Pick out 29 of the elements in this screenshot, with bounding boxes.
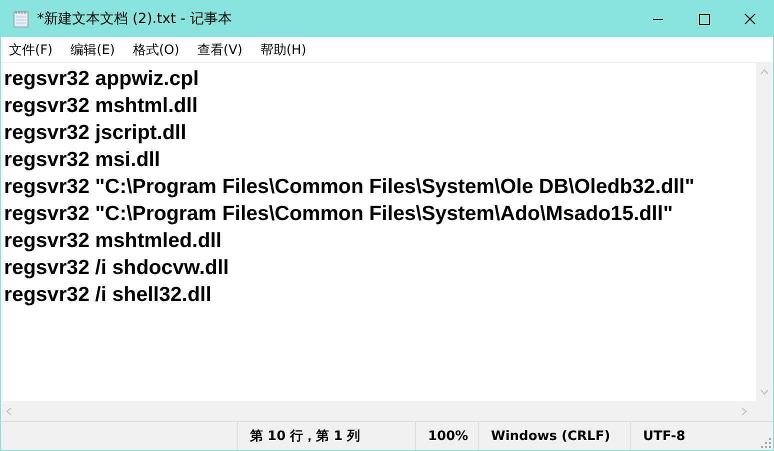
menu-item[interactable]: 编辑(E)	[64, 38, 121, 60]
status-text: 100%	[428, 428, 468, 444]
menu-item[interactable]: 帮助(H)	[254, 38, 312, 60]
scroll-down-icon[interactable]	[760, 387, 769, 396]
text-line: regsvr32 mshtmled.dll	[4, 228, 222, 254]
text-line: regsvr32 jscript.dll	[4, 120, 186, 146]
close-icon	[744, 13, 756, 25]
menu-item[interactable]: 查看(V)	[191, 38, 248, 60]
menu-item[interactable]: 格式(O)	[126, 38, 186, 60]
status-text: 第 10 行，第 1 列	[250, 428, 360, 445]
text-line: regsvr32 "C:\Program Files\Common Files\System\Ole DB\Oledb32.dll"	[4, 174, 694, 200]
text-line: regsvr32 /i shdocvw.dll	[4, 255, 229, 281]
text-line: regsvr32 /i shell32.dll	[4, 282, 212, 308]
text-line: regsvr32 mshtml.dll	[4, 93, 198, 119]
scroll-left-icon[interactable]	[5, 406, 14, 416]
menu-item[interactable]: 文件(F)	[3, 38, 59, 60]
text-line: regsvr32 msi.dll	[4, 147, 160, 173]
text-line: regsvr32 "C:\Program Files\Common Files\System\Ado\Msado15.dll"	[4, 201, 673, 227]
status-text: UTF-8	[643, 428, 686, 444]
resize-grip-icon[interactable]	[761, 438, 771, 448]
scroll-up-icon[interactable]	[760, 68, 769, 77]
maximize-icon	[698, 13, 710, 25]
status-text: Windows (CRLF)	[491, 428, 610, 444]
notepad-icon	[13, 10, 29, 28]
vertical-scrollbar[interactable]	[756, 63, 773, 401]
scroll-right-icon[interactable]	[739, 406, 748, 416]
window-title: *新建文本文档 (2).txt - 记事本	[37, 10, 233, 28]
horizontal-scrollbar[interactable]	[1, 401, 773, 421]
text-line: regsvr32 appwiz.cpl	[4, 66, 199, 92]
